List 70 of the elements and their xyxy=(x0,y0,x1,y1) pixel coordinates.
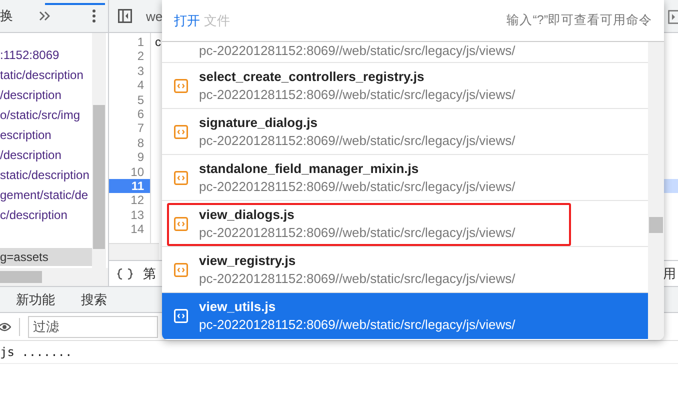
line-number: 1 xyxy=(136,35,145,50)
file-icon xyxy=(174,124,188,138)
file-icon xyxy=(174,170,188,184)
file-icon xyxy=(174,309,188,323)
tree-item[interactable]: gement/static/de xyxy=(0,185,92,205)
file-result[interactable]: view_dialogs.js pc-202201281152:8069//web/static/src/legacy/js/views/ xyxy=(162,201,648,247)
code-text: c xyxy=(155,35,161,49)
file-name: view_dialogs.js xyxy=(199,206,296,224)
line-number: 13 xyxy=(130,208,145,222)
line-number: 12 xyxy=(130,193,145,208)
file-path: pc-202201281152:8069//web/static/src/legacy/js/views/ xyxy=(199,270,516,288)
drawer-tab[interactable]: 搜索 xyxy=(81,290,107,308)
tree-item[interactable]: :1152:8069 xyxy=(0,45,92,65)
file-name: view_registry.js xyxy=(199,252,297,270)
file-path: pc-202201281152:8069//web/static/src/legacy/js/views/ xyxy=(199,178,516,196)
drawer-tab[interactable]: 新功能 xyxy=(16,290,55,308)
sidebar-toggle-icon[interactable] xyxy=(118,9,132,23)
more-icon[interactable] xyxy=(92,9,96,23)
file-name: standalone_field_manager_mixin.js xyxy=(199,160,420,178)
file-path: pc-202201281152:8069//web/static/src/legacy/js/views/ xyxy=(199,224,516,242)
file-icon xyxy=(174,262,188,276)
file-name: view_utils.js xyxy=(199,298,277,316)
file-result[interactable]: select_create_controllers_registry.js pc-202201281152:8069//web/static/src/legacy/js/views/ xyxy=(162,63,648,109)
file-path: pc-202201281152:8069//web/static/src/legacy/js/views/ xyxy=(199,132,516,150)
status-text: 用 xyxy=(663,264,677,282)
tree-item[interactable]: o/static/src/img xyxy=(0,105,92,125)
file-path: pc-202201281152:8069//web/static/src/legacy/js/views/ xyxy=(199,316,516,334)
prompt-prefix: 打开 xyxy=(174,12,200,30)
status-text: 第 xyxy=(143,264,156,282)
file-tab[interactable]: we xyxy=(146,8,163,24)
line-number: 8 xyxy=(136,136,145,150)
filter-field[interactable]: 过滤 xyxy=(28,316,158,338)
line-number: 14 xyxy=(130,222,145,236)
file-icon xyxy=(174,78,188,92)
line-number: 10 xyxy=(130,164,145,179)
line-number: 2 xyxy=(136,49,145,64)
line-number: 5 xyxy=(136,92,145,107)
file-result[interactable]: signature_dialog.js pc-202201281152:8069//web/static/src/legacy/js/views/ xyxy=(162,109,648,155)
eye-icon[interactable] xyxy=(0,322,11,332)
file-result[interactable]: view_utils.js pc-202201281152:8069//web/static/src/legacy/js/views/ xyxy=(162,293,648,339)
file-result[interactable]: pc-202201281152:8069//web/static/src/legacy/js/views/ xyxy=(162,42,648,63)
panel-tab[interactable]: 换 xyxy=(0,7,13,25)
line-number: 11 xyxy=(109,178,150,194)
line-number: 7 xyxy=(136,121,145,136)
line-number: 6 xyxy=(136,106,145,122)
scrollbar[interactable] xyxy=(648,42,664,340)
file-name: signature_dialog.js xyxy=(199,114,318,132)
file-name: select_create_controllers_registry.js xyxy=(199,68,426,86)
line-number: 4 xyxy=(136,78,145,93)
braces-icon[interactable] xyxy=(117,268,133,280)
tree-item[interactable]: /description xyxy=(0,145,92,165)
scrollbar[interactable] xyxy=(92,33,106,268)
tree-item[interactable]: tatic/description xyxy=(0,65,92,85)
tree-item[interactable]: g=assets xyxy=(0,248,92,266)
panel-toggle-icon[interactable] xyxy=(668,10,678,24)
line-number: 3 xyxy=(136,64,145,78)
line-number: 9 xyxy=(136,150,145,165)
file-path: pc-202201281152:8069//web/static/src/legacy/js/views/ xyxy=(199,42,516,60)
hint-text: 输入“?”即可查看可用命令 xyxy=(506,12,652,29)
horizontal-scrollbar[interactable] xyxy=(0,268,108,286)
file-icon xyxy=(174,216,188,230)
chevrons-icon[interactable] xyxy=(39,11,51,21)
tree-item[interactable]: /description xyxy=(0,85,92,105)
file-path: pc-202201281152:8069//web/static/src/legacy/js/views/ xyxy=(199,86,516,104)
console-text: js ....... xyxy=(0,345,72,359)
horizontal-scrollbar[interactable] xyxy=(109,243,159,260)
file-result[interactable]: standalone_field_manager_mixin.js pc-202201281152:8069//web/static/src/legacy/js/views/ xyxy=(162,155,648,201)
tree-item[interactable]: c/description xyxy=(0,205,92,225)
tree-item[interactable]: static/description xyxy=(0,165,92,185)
tree-item[interactable]: escription xyxy=(0,125,92,145)
